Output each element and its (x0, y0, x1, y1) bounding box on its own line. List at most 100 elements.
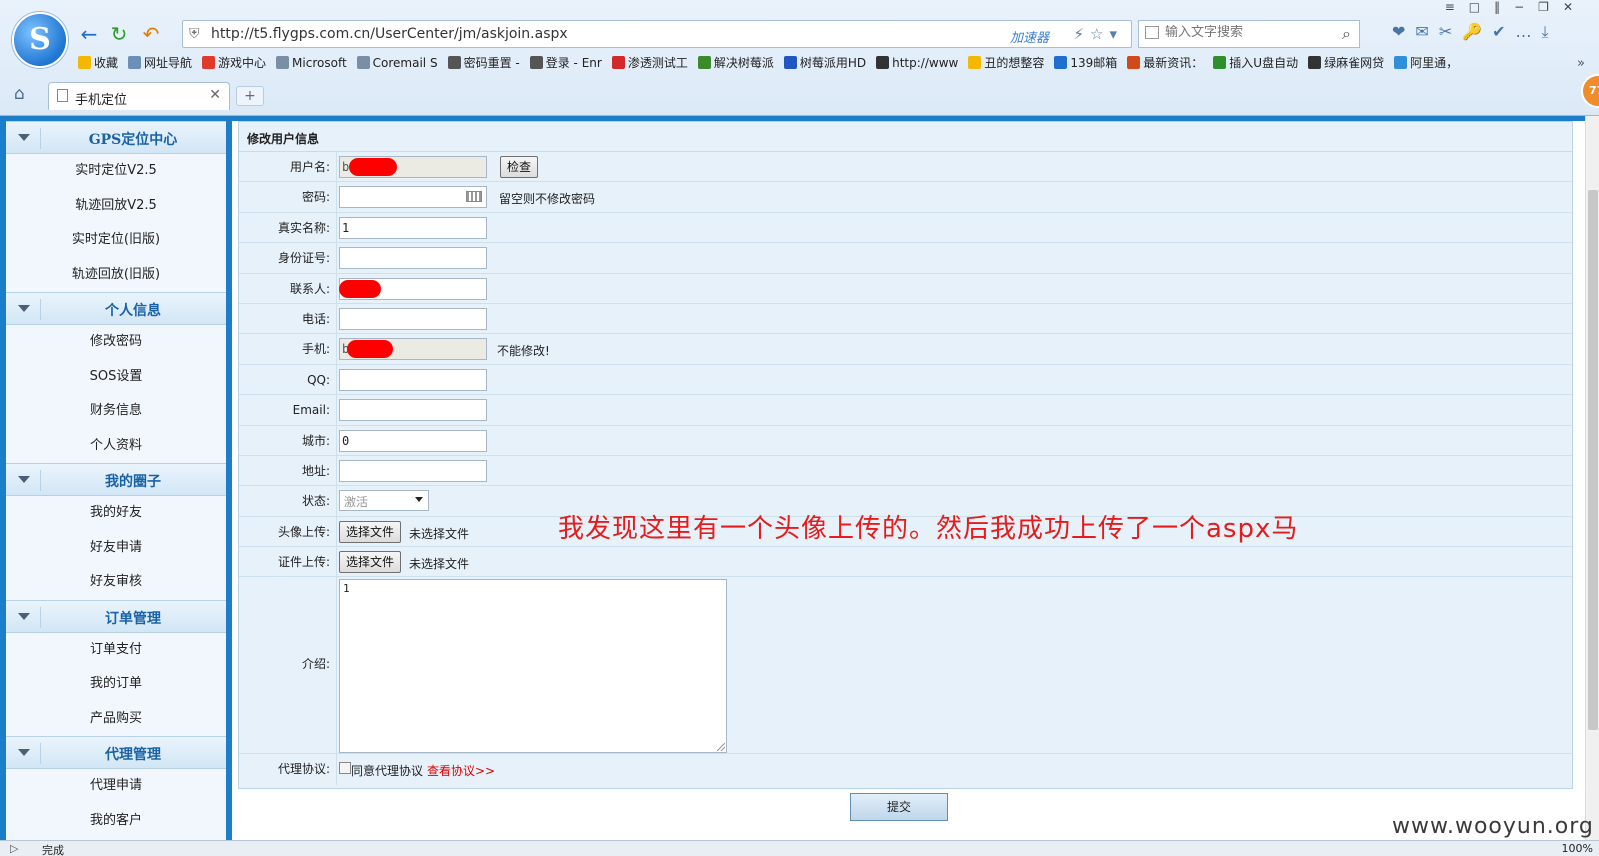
collapse-triangle-icon[interactable] (18, 612, 30, 620)
bookmark-label: 收藏 (94, 56, 119, 70)
bookmark-item[interactable]: 最新资讯： (1127, 54, 1203, 71)
image-icon (1145, 26, 1159, 39)
tab-phone-location[interactable]: 手机定位 ✕ (48, 82, 230, 110)
bookmark-item[interactable]: 游戏中心 (202, 54, 266, 71)
sidebar-item[interactable]: 个人资料 (6, 429, 226, 464)
sidebar-item[interactable]: 轨迹回放V2.5 (6, 189, 226, 224)
realname-field[interactable]: 1 (339, 216, 487, 239)
city-field[interactable]: 0 (339, 429, 487, 452)
search-input[interactable] (1165, 25, 1325, 40)
window-controls[interactable]: ≡□‖−❐✕ (1445, 0, 1587, 14)
bookmark-item[interactable]: 139邮箱 (1054, 54, 1117, 71)
star-icon[interactable]: ⚡☆▾ (1073, 25, 1123, 43)
bookmark-icon (697, 56, 711, 69)
bookmark-item[interactable]: Microsoft (276, 56, 347, 70)
contact-label: 联系人: (239, 273, 337, 303)
phone-field[interactable] (339, 307, 487, 330)
password-label: 密码: (239, 182, 337, 212)
row-username: 用户名: b 检查 (239, 152, 1572, 183)
sidebar-item[interactable]: 财务信息 (6, 394, 226, 429)
status-select[interactable]: 激活 (339, 490, 429, 512)
submit-button[interactable]: 提交 (850, 793, 948, 821)
sidebar-item[interactable]: 实时定位V2.5 (6, 154, 226, 189)
collapse-triangle-icon[interactable] (18, 305, 30, 312)
scrollbar-thumb[interactable] (1588, 190, 1598, 730)
sidebar-section-header[interactable]: 订单管理 (6, 599, 226, 633)
toolbar-icons[interactable]: ❤✉✂🔑✔…⤓ (1392, 22, 1559, 42)
resize-grip-icon[interactable] (717, 743, 725, 752)
bookmark-item[interactable]: http://www (876, 56, 958, 70)
bookmark-item[interactable]: 网址导航 (128, 54, 192, 71)
accelerator-label[interactable]: 加速器 (1010, 27, 1049, 46)
bookmark-item[interactable]: 登录 - Enr (529, 54, 602, 71)
bookmark-label: 阿里通， (1410, 56, 1459, 70)
zoom-level[interactable]: 100% (1562, 842, 1593, 855)
sidebar-section-header[interactable]: 个人信息 (6, 292, 226, 325)
cert-choose-file-button[interactable]: 选择文件 (339, 551, 402, 574)
sidebar-section-header[interactable]: GPS定位中心 (6, 121, 226, 154)
qq-label: QQ: (239, 364, 337, 395)
search-icon[interactable]: ⌕ (1342, 24, 1351, 44)
bookmark-icon (968, 56, 982, 69)
home-icon[interactable]: ⌂ (14, 84, 25, 104)
url-text[interactable]: http://t5.flygps.com.cn/UserCenter/jm/as… (211, 26, 568, 42)
bookmark-item[interactable]: 解决树莓派 (697, 54, 774, 71)
sidebar-item[interactable]: 好友审核 (6, 565, 226, 600)
vertical-scrollbar[interactable] (1585, 116, 1599, 840)
new-tab-button[interactable]: + (236, 86, 264, 106)
bookmark-label: Microsoft (292, 56, 347, 70)
sidebar-item[interactable]: SOS设置 (6, 360, 226, 395)
idcard-field[interactable] (339, 247, 487, 270)
bookmark-item[interactable]: 阿里通， (1394, 54, 1458, 71)
bookmark-item[interactable]: 插入U盘自动 (1213, 54, 1298, 71)
intro-textarea[interactable]: 1 (339, 579, 727, 754)
bookmark-item[interactable]: 渗透测试工 (611, 54, 688, 71)
row-mobile: 手机: b 不能修改! (239, 334, 1572, 365)
bookmark-item[interactable]: Coremail S (356, 56, 438, 70)
check-button[interactable]: 检查 (500, 156, 539, 178)
sidebar-item[interactable]: 修改密码 (6, 325, 226, 360)
bookmark-label: 渗透测试工 (627, 56, 688, 70)
sidebar-section-header[interactable]: 我的圈子 (6, 463, 226, 496)
password-field[interactable] (339, 186, 487, 209)
bookmark-item[interactable]: 丑的想整容 (968, 54, 1044, 71)
panel-toggle-icon[interactable]: ▷ (10, 842, 18, 855)
address-field[interactable] (339, 459, 487, 482)
back-icon[interactable]: ← (76, 22, 102, 46)
sidebar-item[interactable]: 订单支付 (6, 633, 226, 668)
bookmark-item[interactable]: 密码重置 - (447, 54, 520, 71)
sidebar-item[interactable]: 我的订单 (6, 667, 226, 702)
row-cert-upload: 证件上传: 选择文件 未选择文件 (239, 547, 1572, 578)
bookmark-item[interactable]: 绿麻雀网贷 (1308, 54, 1384, 71)
collapse-triangle-icon[interactable] (18, 476, 30, 483)
collapse-triangle-icon[interactable] (18, 134, 30, 141)
redaction-mark (347, 340, 393, 359)
collapse-triangle-icon[interactable] (18, 749, 30, 756)
qq-field[interactable] (339, 368, 487, 391)
sidebar-item[interactable]: 产品购买 (6, 702, 226, 737)
search-box[interactable]: ⌕ (1138, 20, 1360, 48)
chevron-right-icon[interactable]: » (1577, 56, 1585, 71)
sidebar-item[interactable]: 我的客户 (6, 804, 226, 839)
sidebar-item[interactable]: 代理申请 (6, 769, 226, 804)
sidebar-section-header[interactable]: 代理管理 (6, 736, 226, 769)
close-icon[interactable]: ✕ (209, 87, 221, 103)
row-agent: 代理协议: 同意代理协议 查看协议>> (239, 754, 1572, 785)
bookmark-item[interactable]: 树莓派用HD (783, 54, 866, 71)
view-agreement-link[interactable]: 查看协议>> (427, 762, 495, 779)
edit-user-form: 修改用户信息 用户名: b 检查 密码: 留空则不修改密码 真实名称: 1 身份… (238, 121, 1573, 789)
agree-checkbox[interactable] (339, 762, 351, 775)
sidebar-item[interactable]: 我的好友 (6, 496, 226, 531)
refresh-icon[interactable]: ↻ (106, 22, 132, 46)
email-field[interactable] (339, 399, 487, 422)
avatar-choose-file-button[interactable]: 选择文件 (339, 520, 402, 543)
keyboard-icon[interactable] (466, 191, 482, 203)
sidebar-item[interactable]: 实时定位(旧版) (6, 223, 226, 258)
address-bar[interactable]: ⛨ http://t5.flygps.com.cn/UserCenter/jm/… (182, 20, 1132, 48)
bookmark-item[interactable]: 收藏 (78, 54, 118, 71)
sidebar-section-title: 订单管理 (105, 610, 161, 627)
sidebar-item[interactable]: 好友申请 (6, 531, 226, 566)
annotation-text: 我发现这里有一个头像上传的。然后我成功上传了一个aspx马 (558, 514, 1299, 544)
sidebar-item[interactable]: 轨迹回放(旧版) (6, 258, 226, 293)
undo-icon[interactable]: ↶ (138, 22, 164, 46)
